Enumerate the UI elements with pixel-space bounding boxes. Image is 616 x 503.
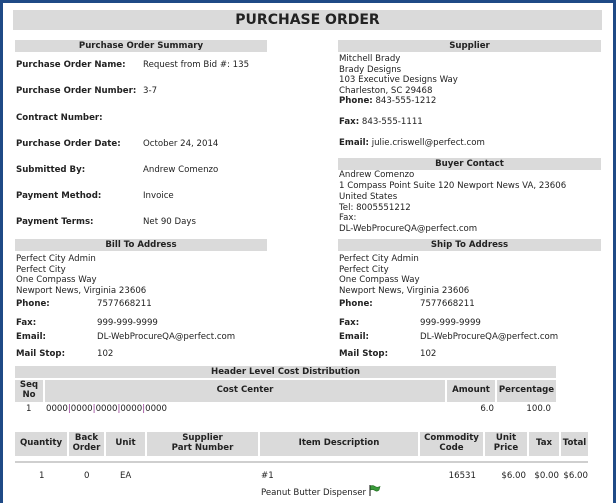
- summary-value: Request from Bid #: 135: [143, 60, 250, 70]
- email-value: DL-WebProcureQA@perfect.com: [420, 332, 559, 342]
- ship-to-header: Ship To Address: [338, 239, 601, 251]
- item-unit: EA: [120, 471, 132, 481]
- summary-value: Net 90 Days: [143, 217, 196, 227]
- address-line: Perfect City Admin: [16, 254, 96, 264]
- summary-label: Purchase Order Number:: [16, 86, 137, 96]
- col-seq-no: Seq No: [15, 380, 43, 402]
- supplier-phone: Phone: 843-555-1212: [339, 96, 436, 106]
- supplier-fax: Fax: 843-555-1111: [339, 117, 423, 127]
- summary-label: Contract Number:: [16, 113, 103, 123]
- col-item-description: Item Description: [260, 432, 418, 456]
- col-quantity: Quantity: [15, 432, 67, 456]
- supplier-line: Brady Designs: [339, 65, 402, 75]
- col-cost-center: Cost Center: [45, 380, 445, 402]
- phone-value: 843-555-1212: [375, 96, 437, 106]
- cost-center-segment: 0000: [70, 404, 93, 414]
- fax-label: Fax:: [16, 318, 37, 328]
- mail-label: Mail Stop:: [339, 349, 389, 359]
- address-line: Newport News, Virginia 23606: [339, 286, 470, 296]
- buyer-line: Andrew Comenzo: [339, 170, 415, 180]
- email-label: Email:: [16, 332, 46, 342]
- cost-center-segment: 0000: [120, 404, 143, 414]
- address-line: Perfect City: [16, 265, 66, 275]
- summary-value: 3-7: [143, 86, 158, 96]
- fax-label: Fax:: [339, 318, 360, 328]
- item-quantity: 1: [39, 471, 45, 481]
- cost-center-segment: 0000: [46, 404, 68, 414]
- phone-label: Phone:: [339, 299, 373, 309]
- email-value: julie.criswell@perfect.com: [371, 138, 485, 148]
- supplier-line: Charleston, SC 29468: [339, 86, 433, 96]
- fax-label: Fax:: [339, 117, 360, 127]
- email-value: DL-WebProcureQA@perfect.com: [97, 332, 236, 342]
- col-tax: Tax: [529, 432, 559, 456]
- phone-label: Phone:: [339, 96, 373, 106]
- address-line: Perfect City Admin: [339, 254, 419, 264]
- col-unit: Unit: [106, 432, 145, 456]
- summary-value: Invoice: [143, 191, 174, 201]
- col-total: Total: [561, 432, 588, 456]
- address-line: Newport News, Virginia 23606: [16, 286, 147, 296]
- address-line: Perfect City: [339, 265, 389, 275]
- fax-value: 999-999-9999: [97, 318, 158, 328]
- col-back-order: Back Order: [69, 432, 104, 456]
- summary-label: Submitted By:: [16, 165, 86, 175]
- cost-distribution-header: Header Level Cost Distribution: [15, 366, 556, 378]
- col-percentage: Percentage: [497, 380, 556, 402]
- fax-value: 999-999-9999: [420, 318, 481, 328]
- cost-center-value: 0000|0000|0000|0000|0000: [46, 404, 167, 414]
- fax-value: 843-555-1111: [361, 117, 423, 127]
- mail-label: Mail Stop:: [16, 349, 66, 359]
- cost-center-segment: 0000: [95, 404, 118, 414]
- col-amount: Amount: [447, 380, 495, 402]
- item-total: $6.00: [563, 471, 588, 481]
- buyer-line: DL-WebProcureQA@perfect.com: [339, 224, 478, 234]
- cost-percentage: 100.0: [526, 404, 551, 414]
- summary-label: Payment Method:: [16, 191, 102, 201]
- buyer-line: 1 Compass Point Suite 120 Newport News V…: [339, 181, 567, 191]
- item-commodity-code: 16531: [448, 471, 476, 481]
- col-commodity-code: Commodity Code: [420, 432, 483, 456]
- summary-label: Purchase Order Date:: [16, 139, 121, 149]
- summary-value: October 24, 2014: [143, 139, 219, 149]
- summary-label: Purchase Order Name:: [16, 60, 126, 70]
- supplier-line: 103 Executive Designs Way: [339, 75, 458, 85]
- buyer-line: Fax:: [339, 213, 357, 223]
- summary-header: Purchase Order Summary: [15, 40, 267, 52]
- col-unit-price: Unit Price: [485, 432, 527, 456]
- buyer-line: United States: [339, 192, 398, 202]
- cost-seq: 1: [26, 404, 32, 414]
- supplier-line: Mitchell Brady: [339, 54, 401, 64]
- item-description[interactable]: Peanut Butter Dispenser: [261, 485, 381, 498]
- mail-value: 102: [420, 349, 437, 359]
- phone-value: 7577668211: [420, 299, 475, 309]
- address-line: One Compass Way: [16, 275, 97, 285]
- supplier-header: Supplier: [338, 40, 601, 52]
- cost-amount: 6.0: [480, 404, 494, 414]
- page-title: PURCHASE ORDER: [13, 10, 602, 30]
- item-unit-price: $6.00: [501, 471, 526, 481]
- phone-label: Phone:: [16, 299, 50, 309]
- address-line: One Compass Way: [339, 275, 420, 285]
- summary-label: Payment Terms:: [16, 217, 94, 227]
- supplier-email: Email: julie.criswell@perfect.com: [339, 138, 485, 148]
- summary-value: Andrew Comenzo: [143, 165, 219, 175]
- email-label: Email:: [339, 138, 369, 148]
- mail-value: 102: [97, 349, 114, 359]
- buyer-line: Tel: 8005551212: [339, 203, 411, 213]
- window-frame: [0, 0, 616, 503]
- item-desc-number: #1: [261, 471, 274, 481]
- item-tax: $0.00: [534, 471, 559, 481]
- bill-to-header: Bill To Address: [15, 239, 267, 251]
- phone-value: 7577668211: [97, 299, 152, 309]
- item-description-link[interactable]: Peanut Butter Dispenser: [261, 488, 366, 498]
- items-separator: [15, 461, 588, 463]
- flag-icon: [369, 485, 381, 496]
- buyer-header: Buyer Contact: [338, 158, 601, 170]
- cost-center-segment: 0000: [145, 404, 167, 414]
- col-supplier-part-number: Supplier Part Number: [147, 432, 258, 456]
- email-label: Email:: [339, 332, 369, 342]
- item-back-order: 0: [84, 471, 90, 481]
